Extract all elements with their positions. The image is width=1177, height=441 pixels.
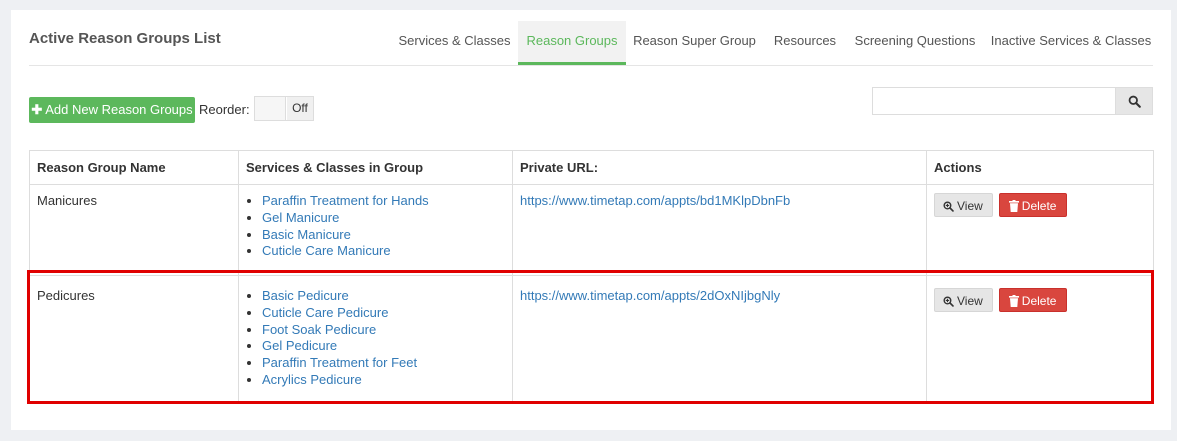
- add-reason-group-button[interactable]: ✚ Add New Reason Groups: [29, 97, 195, 123]
- services-list: Paraffin Treatment for Hands Gel Manicur…: [246, 193, 505, 260]
- tab-inactive-services-classes[interactable]: Inactive Services & Classes: [989, 32, 1153, 63]
- toggle-state: Off: [287, 97, 313, 120]
- table-row: Manicures Paraffin Treatment for Hands G…: [29, 184, 1154, 272]
- trash-icon: [1008, 295, 1019, 307]
- table-header-row: Reason Group Name Services & Classes in …: [29, 150, 1154, 185]
- list-item: Basic Manicure: [262, 227, 505, 244]
- plus-icon: ✚: [31, 102, 43, 117]
- view-label: View: [957, 294, 983, 308]
- list-item: Foot Soak Pedicure: [262, 322, 505, 339]
- actions-cell: View Delete: [926, 184, 1154, 272]
- divider: [29, 65, 1153, 66]
- list-item: Gel Pedicure: [262, 338, 505, 355]
- search-button[interactable]: [1115, 87, 1153, 115]
- header-actions: Actions: [926, 150, 1154, 185]
- private-url-link[interactable]: https://www.timetap.com/appts/2dOxNIjbgN…: [520, 288, 780, 303]
- delete-button[interactable]: Delete: [998, 288, 1068, 312]
- reason-group-name: Pedicures: [29, 275, 239, 402]
- service-link[interactable]: Foot Soak Pedicure: [262, 322, 376, 337]
- service-link[interactable]: Paraffin Treatment for Feet: [262, 355, 417, 370]
- private-url-link[interactable]: https://www.timetap.com/appts/bd1MKlpDbn…: [520, 193, 790, 208]
- delete-button[interactable]: Delete: [998, 193, 1068, 217]
- tab-reason-super-group[interactable]: Reason Super Group: [632, 32, 757, 63]
- view-button[interactable]: View: [934, 193, 993, 217]
- list-item: Paraffin Treatment for Hands: [262, 193, 505, 210]
- search-input[interactable]: [872, 87, 1116, 115]
- toggle-knob: [255, 97, 286, 120]
- service-link[interactable]: Basic Pedicure: [262, 288, 349, 303]
- main-panel: Active Reason Groups List Services & Cla…: [11, 10, 1171, 430]
- zoom-in-icon: [943, 296, 954, 307]
- trash-icon: [1008, 200, 1019, 212]
- tab-bar: Services & Classes Reason Groups Reason …: [11, 10, 1171, 66]
- services-list: Basic Pedicure Cuticle Care Pedicure Foo…: [246, 288, 505, 389]
- service-link[interactable]: Gel Pedicure: [262, 338, 337, 353]
- private-url-cell: https://www.timetap.com/appts/bd1MKlpDbn…: [512, 184, 927, 272]
- search-icon: [1128, 95, 1141, 108]
- service-link[interactable]: Acrylics Pedicure: [262, 372, 362, 387]
- reorder-label: Reorder:: [199, 102, 250, 117]
- tab-screening-questions[interactable]: Screening Questions: [853, 32, 977, 63]
- tab-resources[interactable]: Resources: [769, 32, 841, 63]
- service-link[interactable]: Gel Manicure: [262, 210, 339, 225]
- services-cell: Basic Pedicure Cuticle Care Pedicure Foo…: [238, 275, 513, 402]
- list-item: Basic Pedicure: [262, 288, 505, 305]
- view-button[interactable]: View: [934, 288, 993, 312]
- list-item: Cuticle Care Pedicure: [262, 305, 505, 322]
- reason-groups-table: Reason Group Name Services & Classes in …: [29, 150, 1154, 402]
- list-item: Cuticle Care Manicure: [262, 243, 505, 260]
- list-item: Paraffin Treatment for Feet: [262, 355, 505, 372]
- services-cell: Paraffin Treatment for Hands Gel Manicur…: [238, 184, 513, 272]
- table-row: Pedicures Basic Pedicure Cuticle Care Pe…: [29, 275, 1154, 402]
- service-link[interactable]: Paraffin Treatment for Hands: [262, 193, 429, 208]
- actions-cell: View Delete: [926, 275, 1154, 402]
- add-reason-group-label: Add New Reason Groups: [45, 102, 193, 117]
- list-item: Acrylics Pedicure: [262, 372, 505, 389]
- header-private-url: Private URL:: [512, 150, 927, 185]
- tab-reason-groups[interactable]: Reason Groups: [518, 21, 626, 65]
- delete-label: Delete: [1021, 199, 1057, 213]
- service-link[interactable]: Cuticle Care Manicure: [262, 243, 391, 258]
- list-item: Gel Manicure: [262, 210, 505, 227]
- header-services-classes: Services & Classes in Group: [238, 150, 513, 185]
- zoom-in-icon: [943, 201, 954, 212]
- reason-group-name: Manicures: [29, 184, 239, 272]
- tab-services-classes[interactable]: Services & Classes: [395, 32, 514, 63]
- private-url-cell: https://www.timetap.com/appts/2dOxNIjbgN…: [512, 275, 927, 402]
- service-link[interactable]: Cuticle Care Pedicure: [262, 305, 388, 320]
- delete-label: Delete: [1021, 294, 1057, 308]
- header-reason-group-name: Reason Group Name: [29, 150, 239, 185]
- service-link[interactable]: Basic Manicure: [262, 227, 351, 242]
- view-label: View: [957, 199, 983, 213]
- reorder-toggle[interactable]: Off: [254, 96, 314, 121]
